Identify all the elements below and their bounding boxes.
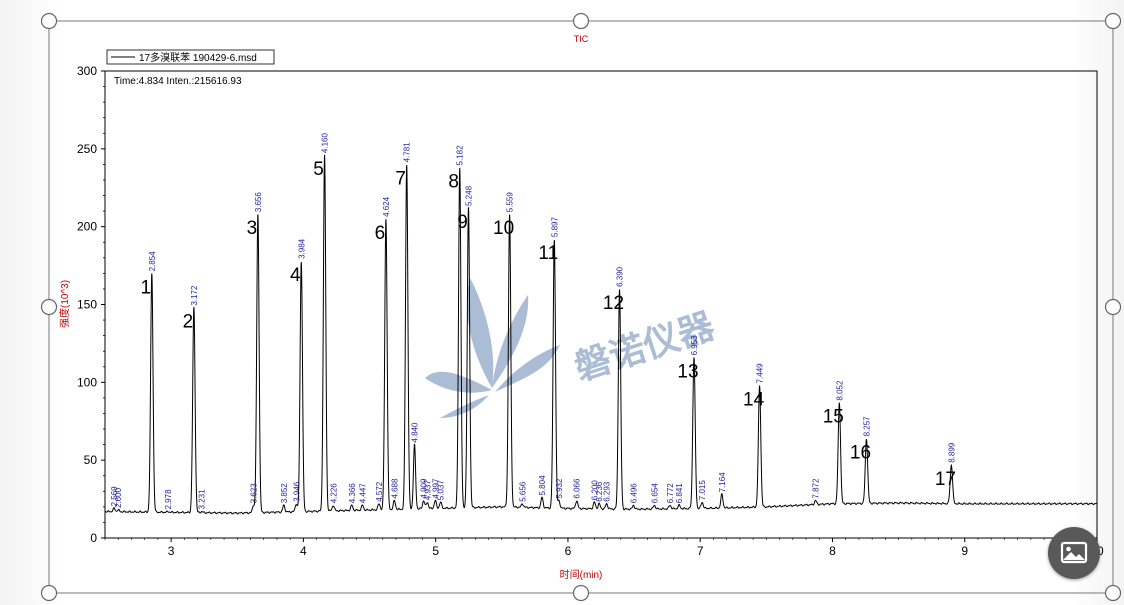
- rt-label: 8.257: [863, 416, 872, 437]
- rt-label: 4.160: [321, 133, 330, 154]
- rt-label: 5.248: [465, 185, 474, 206]
- peak-number: 17: [935, 469, 956, 490]
- x-tick-label: 9: [961, 544, 968, 558]
- rt-label: 2.600: [114, 487, 123, 508]
- peak-number: 16: [850, 442, 871, 463]
- x-tick-label: 5: [432, 544, 439, 558]
- rt-label: 5.932: [555, 478, 564, 499]
- peak-number: 11: [538, 243, 558, 264]
- y-tick-label: 50: [84, 453, 98, 467]
- chart-frame: TIC 17多溴联苯 190429-6.msd Time:4.834 Inten…: [40, 12, 1122, 602]
- rt-label: 5.897: [550, 217, 559, 238]
- rt-label: 5.559: [506, 192, 515, 213]
- rt-label: 6.841: [675, 483, 684, 504]
- rt-label: 4.840: [411, 422, 420, 443]
- rt-label: 3.984: [297, 238, 306, 259]
- resize-handle[interactable]: [572, 584, 590, 602]
- rt-label: 4.781: [403, 142, 412, 163]
- x-tick-label: 4: [300, 544, 307, 558]
- rt-label: 4.226: [329, 483, 338, 504]
- x-tick-label: 6: [565, 544, 572, 558]
- rt-label: 5.182: [456, 145, 465, 166]
- rt-label: 3.623: [250, 483, 259, 504]
- peak-number: 9: [457, 212, 468, 233]
- rt-label: 8.052: [835, 380, 844, 401]
- resize-handle[interactable]: [572, 12, 590, 30]
- peak-number: 12: [603, 293, 624, 314]
- rt-label: 4.447: [359, 483, 368, 504]
- resize-handle[interactable]: [40, 12, 58, 30]
- rt-label: 6.772: [666, 483, 675, 504]
- rt-label: 3.946: [292, 481, 301, 502]
- rt-label: 2.854: [148, 251, 157, 272]
- image-toggle-button[interactable]: [1048, 527, 1100, 579]
- watermark-logo-icon: [425, 278, 560, 418]
- y-tick-label: 0: [90, 531, 97, 545]
- rt-label: 7.872: [812, 478, 821, 499]
- peak-number: 3: [247, 218, 258, 239]
- peak-number: 1: [141, 277, 152, 298]
- rt-label: 2.978: [164, 489, 173, 510]
- resize-handle[interactable]: [1104, 12, 1122, 30]
- rt-label: 5.804: [538, 475, 547, 496]
- rt-label: 7.164: [718, 472, 727, 493]
- rt-label: 8.899: [947, 442, 956, 463]
- rt-label: 3.231: [198, 489, 207, 510]
- peak-number: 5: [313, 159, 324, 180]
- chart-title: TIC: [574, 34, 589, 44]
- peak-number: 15: [823, 407, 844, 428]
- image-icon: [1060, 541, 1088, 564]
- retention-time-labels: 2.854 3.172 3.656 3.984 4.160 4.624 4.781 5.182…: [110, 133, 956, 510]
- x-axis-label: 时间(min): [560, 568, 603, 581]
- peak-number: 4: [290, 265, 301, 286]
- rt-label: 6.654: [650, 483, 659, 504]
- x-tick-label: 3: [168, 544, 175, 558]
- rt-label: 6.496: [630, 483, 639, 504]
- y-tick-label: 250: [77, 142, 97, 156]
- peak-number: 10: [493, 218, 514, 239]
- x-tick-label: 7: [697, 544, 704, 558]
- rt-label: 7.449: [756, 363, 765, 384]
- y-tick-label: 150: [77, 298, 97, 312]
- rt-label: 6.066: [573, 478, 582, 499]
- resize-handle[interactable]: [40, 298, 58, 316]
- rt-label: 5.656: [518, 481, 527, 502]
- rt-label: 6.390: [616, 266, 625, 287]
- y-tick-label: 100: [77, 375, 97, 389]
- y-axis-label: 强度(10^3): [58, 280, 71, 328]
- legend-label: 17多溴联苯 190429-6.msd: [139, 51, 257, 64]
- x-tick-label: 8: [829, 544, 836, 558]
- resize-handle[interactable]: [40, 584, 58, 602]
- peak-number: 2: [183, 312, 194, 333]
- selection-border: [48, 20, 1114, 594]
- rt-label: 7.015: [698, 480, 707, 501]
- resize-handle[interactable]: [1104, 298, 1122, 316]
- rt-label: 4.572: [375, 481, 384, 502]
- peak-number: 6: [375, 223, 386, 244]
- peak-number: 7: [395, 168, 406, 189]
- rt-label: 3.172: [190, 285, 199, 306]
- cursor-info: Time:4.834 Inten.:215616.93: [114, 76, 242, 87]
- rt-label: 3.852: [280, 483, 289, 504]
- rt-label: 6.953: [690, 335, 699, 356]
- rt-label: 4.688: [390, 478, 399, 499]
- peak-number: 14: [743, 389, 765, 410]
- peak-number: 13: [677, 361, 698, 382]
- y-tick-label: 200: [77, 220, 97, 234]
- resize-handle[interactable]: [1104, 584, 1122, 602]
- rt-label: 3.656: [254, 192, 263, 213]
- rt-label: 5.037: [437, 480, 446, 501]
- legend: 17多溴联苯 190429-6.msd: [106, 49, 275, 65]
- rt-label: 4.624: [382, 196, 391, 217]
- y-tick-label: 300: [77, 64, 97, 78]
- rt-label: 4.366: [348, 483, 357, 504]
- rt-label: 6.293: [603, 481, 612, 502]
- peak-number: 8: [448, 172, 459, 193]
